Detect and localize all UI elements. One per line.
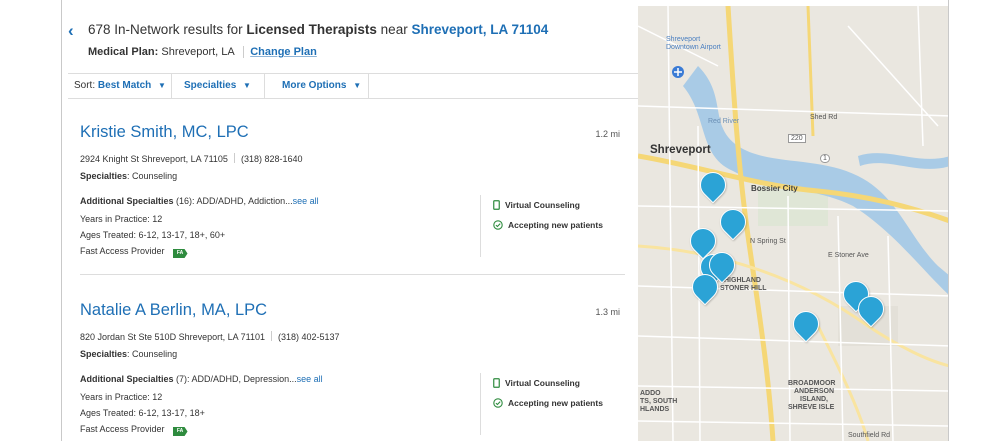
ages-treated: Ages Treated: 6-12, 13-17, 18+, 60+: [80, 230, 226, 240]
additional-specialties-value: (7): ADD/ADHD, Depression...: [176, 374, 297, 384]
see-all-link[interactable]: see all: [297, 374, 323, 384]
map-label-e-stoner: E Stoner Ave: [828, 252, 869, 259]
years-in-practice: Years in Practice: 12: [80, 214, 163, 224]
see-all-link[interactable]: see all: [293, 196, 319, 206]
fast-access-badge-icon: FA: [172, 427, 188, 436]
sort-separator: [264, 74, 265, 98]
card-divider: [480, 195, 481, 257]
accepting-patients-feature: Accepting new patients: [493, 398, 603, 410]
provider-phone[interactable]: (318) 402-5137: [278, 332, 340, 342]
results-map[interactable]: Shreveport Downtown Airport Shreveport B…: [638, 6, 948, 441]
provider-phone[interactable]: (318) 828-1640: [241, 154, 303, 164]
provider-specialties: Specialties: Counseling: [80, 349, 178, 359]
provider-card: Natalie A Berlin, MA, LPC 1.3 mi 820 Jor…: [80, 301, 620, 441]
map-route-1: 1: [820, 154, 830, 163]
map-label-shed-rd: Shed Rd: [810, 114, 838, 121]
map-label-south-highlands-2: HLANDS: [640, 406, 670, 413]
results-count: 678: [88, 22, 111, 37]
phone-device-icon: [493, 200, 500, 212]
additional-specialties-value: (16): ADD/ADHD, Addiction...: [176, 196, 293, 206]
plan-value: Shreveport, LA: [161, 46, 235, 58]
additional-specialties: Additional Specialties (16): ADD/ADHD, A…: [80, 196, 319, 206]
map-label-anderson: ANDERSON: [794, 388, 835, 395]
card-divider: [480, 373, 481, 435]
provider-name-link[interactable]: Kristie Smith, MC, LPC: [80, 123, 249, 142]
sort-label: Sort:: [74, 80, 96, 91]
change-plan-link[interactable]: Change Plan: [243, 46, 317, 58]
provider-address-line: 820 Jordan St Ste 510D Shreveport, LA 71…: [80, 331, 340, 342]
map-label-n-spring: N Spring St: [750, 238, 786, 245]
more-options-label: More Options: [282, 80, 347, 91]
sort-dropdown[interactable]: Sort: Best Match ▼: [74, 74, 166, 98]
specialties-value: Counseling: [132, 349, 178, 359]
provider-address-line: 2924 Knight St Shreveport, LA 71105 (318)…: [80, 153, 303, 164]
specialties-label: Specialties: [184, 80, 237, 91]
provider-distance: 1.3 mi: [595, 307, 620, 317]
ages-treated: Ages Treated: 6-12, 13-17, 18+: [80, 408, 205, 418]
plan-label: Medical Plan:: [88, 46, 159, 58]
provider-card: Kristie Smith, MC, LPC 1.2 mi 2924 Knigh…: [80, 123, 620, 273]
fast-access-line: Fast Access Provider FA: [80, 246, 188, 258]
map-label-stoner-hill: STONER HILL: [720, 285, 767, 292]
map-label-bossier: Bossier City: [751, 184, 798, 193]
virtual-counseling-feature: Virtual Counseling: [493, 200, 580, 212]
map-label-broadmoor: BROADMOOR: [788, 380, 836, 387]
provider-address: 2924 Knight St Shreveport, LA 71105: [80, 154, 228, 164]
fast-access-line: Fast Access Provider FA: [80, 424, 188, 436]
results-list: ‹ 678 In-Network results for Licensed Th…: [62, 6, 638, 441]
map-label-airport: Shreveport Downtown Airport: [666, 36, 721, 51]
specialties-label: Specialties: [80, 171, 128, 181]
additional-specialties-label: Additional Specialties: [80, 196, 174, 206]
map-label-highland: HIGHLAND: [724, 277, 761, 284]
fast-access-badge-icon: FA: [172, 249, 188, 258]
back-chevron-icon[interactable]: ‹: [68, 21, 74, 41]
specialties-label: Specialties: [80, 349, 128, 359]
caret-down-icon: ▼: [243, 81, 251, 90]
additional-specialties-label: Additional Specialties: [80, 374, 174, 384]
sort-filter-bar: Sort: Best Match ▼ Specialties ▼ More Op…: [68, 73, 638, 99]
sort-separator: [171, 74, 172, 98]
map-label-south-highlands: TS, SOUTH: [640, 398, 678, 405]
phone-device-icon: [493, 378, 500, 390]
accepting-patients-feature: Accepting new patients: [493, 220, 603, 232]
map-route-220: 220: [788, 134, 806, 143]
provider-name-link[interactable]: Natalie A Berlin, MA, LPC: [80, 301, 267, 320]
results-specialty: Licensed Therapists: [246, 22, 377, 37]
results-near: near: [380, 22, 408, 37]
card-separator: [80, 274, 625, 275]
check-circle-icon: [493, 398, 503, 410]
map-label-river: Red River: [708, 118, 740, 125]
provider-address: 820 Jordan St Ste 510D Shreveport, LA 71…: [80, 332, 265, 342]
sort-separator: [368, 74, 369, 98]
results-location-link[interactable]: Shreveport, LA 71104: [411, 22, 548, 37]
check-circle-icon: [493, 220, 503, 232]
caret-down-icon: ▼: [353, 81, 362, 90]
provider-distance: 1.2 mi: [595, 129, 620, 139]
more-options-dropdown[interactable]: More Options ▼: [282, 74, 361, 98]
map-label-southfield: Southfield Rd: [848, 432, 891, 439]
results-summary: 678 In-Network results for Licensed Ther…: [88, 22, 548, 37]
years-in-practice: Years in Practice: 12: [80, 392, 163, 402]
fast-access-label: Fast Access Provider: [80, 424, 165, 434]
caret-down-icon: ▼: [158, 81, 166, 90]
specialties-value: Counseling: [132, 171, 178, 181]
virtual-counseling-feature: Virtual Counseling: [493, 378, 580, 390]
additional-specialties: Additional Specialties (7): ADD/ADHD, De…: [80, 374, 323, 384]
medical-plan-line: Medical Plan: Shreveport, LA Change Plan: [88, 46, 317, 58]
fast-access-label: Fast Access Provider: [80, 246, 165, 256]
specialties-dropdown[interactable]: Specialties ▼: [184, 74, 251, 98]
map-label-island: ISLAND,: [800, 396, 828, 403]
map-label-shreve-isle: SHREVE ISLE: [788, 404, 835, 411]
results-mid-text: In-Network results for: [114, 22, 243, 37]
results-frame: ‹ 678 In-Network results for Licensed Th…: [61, 0, 949, 441]
map-label-city: Shreveport: [650, 144, 711, 156]
sort-value: Best Match: [97, 80, 152, 91]
map-label-addo: ADDO: [640, 390, 661, 397]
map-canvas: [638, 6, 948, 441]
provider-specialties: Specialties: Counseling: [80, 171, 178, 181]
